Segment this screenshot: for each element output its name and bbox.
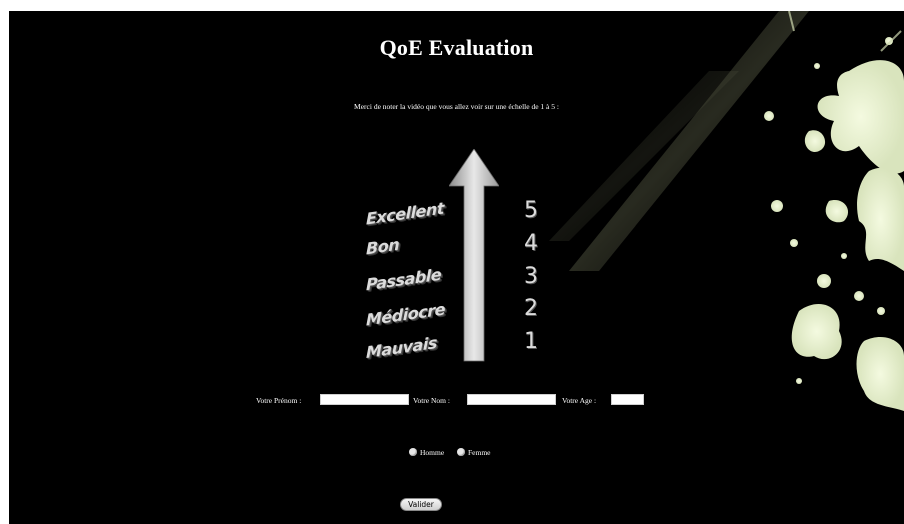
gender-radio-femme[interactable]	[457, 448, 465, 456]
first-name-label: Votre Prénom :	[256, 396, 302, 405]
instruction-text: Merci de noter la vidéo que vous allez v…	[354, 102, 559, 111]
rating-value-4: 4	[524, 231, 538, 256]
first-name-input[interactable]	[320, 394, 409, 405]
age-label: Votre Age :	[562, 396, 597, 405]
page-stage: QoE Evaluation Merci de noter la vidéo q…	[9, 11, 904, 524]
rating-value-5: 5	[524, 198, 538, 223]
age-input[interactable]	[611, 394, 644, 405]
gender-radio-homme[interactable]	[409, 448, 417, 456]
submit-button[interactable]: Valider	[400, 498, 442, 511]
last-name-label: Votre Nom :	[413, 396, 450, 405]
up-arrow-icon	[449, 149, 499, 362]
rating-value-2: 2	[524, 296, 538, 321]
rating-value-1: 1	[524, 329, 538, 354]
rating-value-3: 3	[524, 264, 538, 289]
page-title: QoE Evaluation	[379, 35, 534, 60]
last-name-input[interactable]	[467, 394, 556, 405]
gender-label-femme: Femme	[468, 448, 491, 457]
gender-label-homme: Homme	[420, 448, 445, 457]
